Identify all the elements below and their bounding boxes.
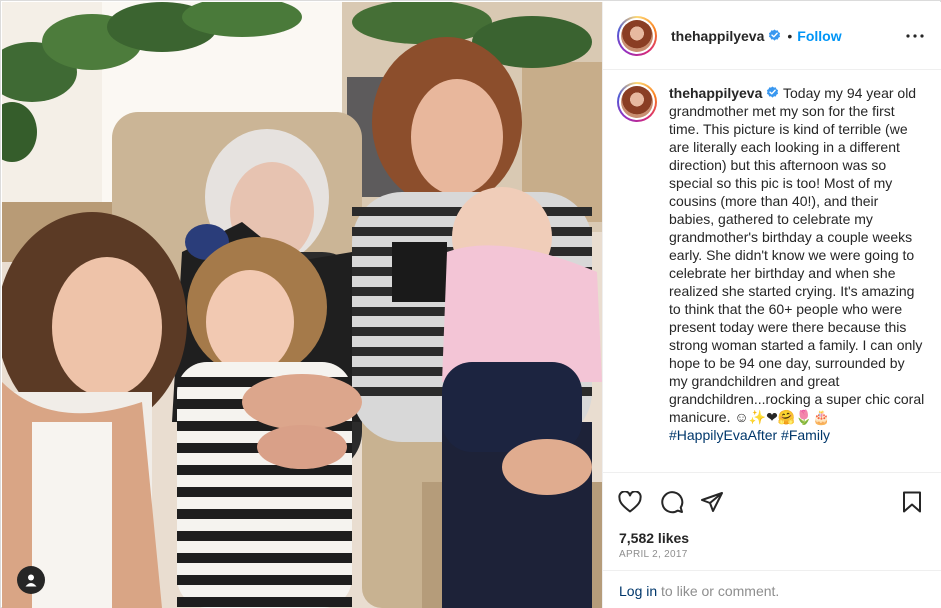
heart-icon: [618, 491, 642, 513]
more-options-icon: [906, 34, 924, 38]
save-button[interactable]: [899, 489, 925, 515]
caption-username[interactable]: thehappilyeva: [669, 85, 762, 101]
login-prompt: Log in to like or comment.: [603, 570, 941, 608]
like-button[interactable]: [617, 489, 643, 515]
caption-author-avatar[interactable]: [617, 82, 657, 122]
comment-icon: [661, 491, 684, 514]
more-options-button[interactable]: [904, 26, 926, 46]
header-separator: •: [787, 27, 793, 44]
login-prompt-text: to like or comment.: [657, 583, 780, 599]
post-date[interactable]: APRIL 2, 2017: [619, 549, 688, 560]
avatar-image: [621, 19, 653, 52]
author-avatar[interactable]: [617, 15, 657, 56]
user-tag-icon: [25, 574, 37, 587]
caption-section: thehappilyeva Today my 94 year old grand…: [603, 70, 941, 472]
share-icon: [701, 492, 723, 512]
avatar-image: [621, 86, 653, 118]
bookmark-icon: [903, 491, 921, 513]
family-photo-image: [2, 2, 602, 608]
user-tag-button[interactable]: [17, 566, 45, 594]
action-bar: [603, 472, 941, 530]
caption-hashtags[interactable]: #HappilyEvaAfter #Family: [669, 427, 830, 443]
share-button[interactable]: [699, 489, 725, 515]
caption-text: thehappilyeva Today my 94 year old grand…: [669, 84, 927, 444]
follow-button[interactable]: Follow: [797, 28, 841, 44]
caption-body: Today my 94 year old grandmother met my …: [669, 85, 929, 425]
author-username[interactable]: thehappilyeva: [671, 28, 764, 44]
post-photo[interactable]: [2, 2, 602, 608]
post-dialog: thehappilyeva • Follow thehappilyeva Tod…: [0, 0, 941, 608]
login-link[interactable]: Log in: [619, 583, 657, 599]
likes-count[interactable]: 7,582 likes: [619, 530, 689, 546]
verified-badge-icon: [769, 29, 781, 41]
post-header: thehappilyeva • Follow: [603, 2, 941, 70]
post-details-pane: thehappilyeva • Follow thehappilyeva Tod…: [602, 2, 941, 608]
comment-button[interactable]: [659, 489, 685, 515]
verified-badge-icon: [767, 86, 779, 98]
